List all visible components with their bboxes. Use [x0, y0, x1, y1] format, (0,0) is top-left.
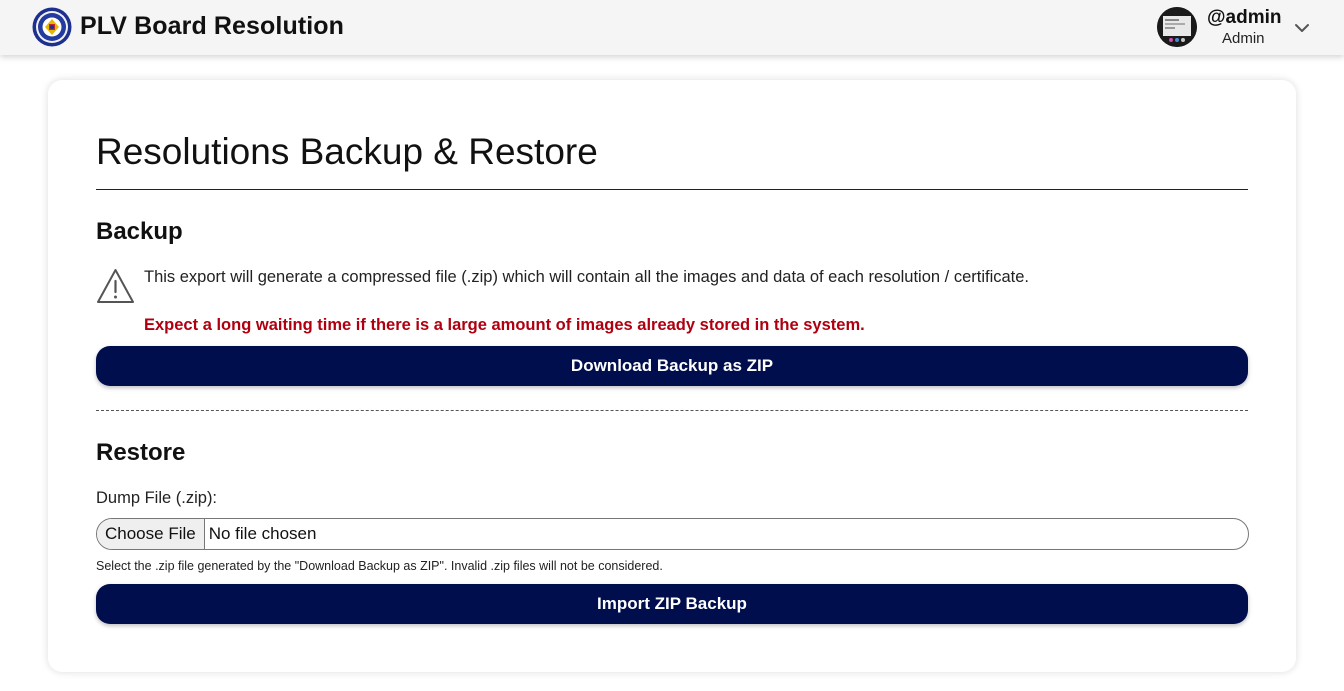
app-title[interactable]: PLV Board Resolution: [80, 12, 344, 41]
backup-info-text: This export will generate a compressed f…: [144, 268, 1030, 286]
dump-file-input[interactable]: Choose File No file chosen: [96, 518, 1249, 550]
download-backup-button[interactable]: Download Backup as ZIP: [96, 346, 1248, 386]
file-status-text: No file chosen: [208, 524, 317, 543]
avatar-image: [1157, 7, 1197, 47]
title-divider: [96, 189, 1248, 190]
section-divider: [96, 410, 1248, 411]
import-backup-button[interactable]: Import ZIP Backup: [96, 584, 1248, 624]
user-avatar[interactable]: [1157, 7, 1197, 47]
user-role: Admin: [1222, 30, 1265, 47]
warning-triangle-icon: [97, 269, 134, 303]
chevron-down-icon[interactable]: [1293, 19, 1311, 37]
page-title: Resolutions Backup & Restore: [96, 131, 598, 172]
choose-file-button[interactable]: Choose File: [97, 519, 205, 549]
top-navbar: PLV Board Resolution @admin Admin: [0, 0, 1344, 55]
dump-file-label: Dump File (.zip):: [96, 489, 218, 507]
dump-file-hint: Select the .zip file generated by the "D…: [96, 559, 663, 573]
backup-heading: Backup: [96, 218, 183, 245]
user-handle: @admin: [1207, 7, 1282, 28]
backup-warning-text: Expect a long waiting time if there is a…: [144, 316, 865, 334]
plv-logo[interactable]: [32, 7, 72, 47]
restore-heading: Restore: [96, 439, 186, 466]
